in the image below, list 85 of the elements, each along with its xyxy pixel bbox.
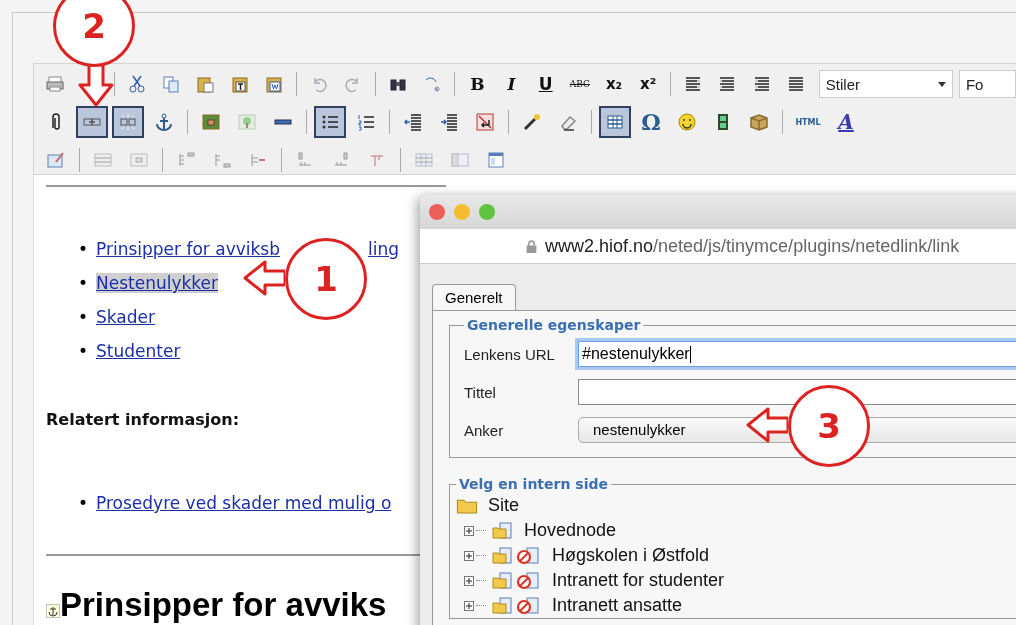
paste-icon bbox=[195, 74, 216, 94]
callout-arrow bbox=[78, 65, 114, 107]
paste-word-icon bbox=[263, 74, 284, 94]
tree-item[interactable]: Høgskolen i Østfold bbox=[552, 545, 710, 566]
bullet-mark: • bbox=[78, 272, 90, 295]
restricted-page-icon bbox=[516, 546, 542, 565]
omega-button[interactable]: Ω bbox=[635, 106, 667, 138]
table-icon bbox=[605, 112, 625, 132]
folder-page-icon bbox=[492, 546, 514, 565]
indent-icon bbox=[439, 112, 459, 132]
restricted-page-icon bbox=[516, 571, 542, 590]
input-field[interactable] bbox=[578, 379, 1016, 405]
close-button[interactable] bbox=[429, 204, 445, 220]
lock-icon bbox=[526, 239, 537, 253]
style-dropdown[interactable]: Fo bbox=[958, 70, 1016, 98]
nobreak-icon bbox=[475, 112, 495, 132]
list-link[interactable]: Nestenulykker bbox=[96, 273, 219, 293]
bullet-mark: • bbox=[78, 340, 90, 363]
callout-arrow bbox=[746, 407, 788, 443]
style-dropdown[interactable]: Stiler bbox=[818, 70, 953, 98]
field-label: Lenkens URL bbox=[464, 345, 556, 363]
field-label: Tittel bbox=[464, 383, 497, 401]
table-grid-icon bbox=[414, 150, 434, 170]
folder-page-icon bbox=[492, 571, 514, 590]
expand-icon[interactable] bbox=[464, 600, 474, 611]
url-text: www2.hiof.no/neted/js/tinymce/plugins/netedlink/link bbox=[545, 235, 960, 257]
section-label: Relatert informasjon: bbox=[46, 410, 240, 429]
table-props-icon bbox=[486, 150, 506, 170]
list-link[interactable]: Skader bbox=[96, 307, 155, 327]
italic-button[interactable]: I bbox=[496, 68, 527, 100]
smiley-icon bbox=[677, 112, 697, 132]
caret-icon bbox=[937, 81, 946, 87]
list-link[interactable]: ling bbox=[368, 239, 399, 259]
bullet-mark: • bbox=[78, 238, 90, 261]
numbers-icon bbox=[356, 112, 376, 132]
unlink-icon bbox=[118, 112, 138, 132]
cell-props-icon bbox=[129, 150, 149, 170]
anchor-icon bbox=[46, 604, 60, 618]
folder-page-icon bbox=[492, 596, 514, 615]
link-button[interactable] bbox=[76, 106, 108, 138]
field-label: Anker bbox=[464, 421, 505, 439]
expand-icon[interactable] bbox=[464, 575, 474, 586]
paste-text-icon bbox=[229, 74, 250, 94]
restricted-page-icon bbox=[516, 596, 542, 615]
underline-button[interactable]: U bbox=[530, 68, 561, 100]
callout-number: 2 bbox=[53, 0, 135, 67]
font-button[interactable]: A bbox=[830, 106, 862, 138]
wand-icon bbox=[522, 112, 542, 132]
fieldset-legend: Generelle egenskaper bbox=[464, 317, 644, 333]
box-icon bbox=[749, 112, 769, 132]
bullets-button[interactable] bbox=[314, 106, 346, 138]
tree-item[interactable]: Intranett ansatte bbox=[552, 595, 683, 616]
list-link[interactable]: Prosedyre ved skader med mulig o bbox=[96, 493, 392, 513]
sup-button[interactable]: x² bbox=[633, 68, 664, 100]
callout-arrow bbox=[243, 260, 285, 296]
folder-page-icon bbox=[492, 521, 514, 540]
outdent-icon bbox=[403, 112, 423, 132]
scissors-icon bbox=[127, 74, 148, 94]
unlink-button[interactable] bbox=[112, 106, 144, 138]
table-button[interactable] bbox=[599, 106, 631, 138]
tab[interactable]: Generelt bbox=[432, 284, 516, 310]
html-button[interactable]: HTML bbox=[790, 106, 826, 138]
image-icon bbox=[201, 112, 221, 132]
expand-icon[interactable] bbox=[464, 550, 474, 561]
strike-button[interactable]: ABC bbox=[564, 68, 595, 100]
table-edit-icon bbox=[46, 150, 66, 170]
page-heading: Prinsipper for avviks bbox=[60, 586, 387, 624]
bullet-mark: • bbox=[78, 306, 90, 329]
tree-image-icon bbox=[237, 112, 257, 132]
expand-icon[interactable] bbox=[464, 525, 474, 536]
row-props-icon bbox=[93, 150, 113, 170]
tree-item[interactable]: Hovednode bbox=[524, 520, 617, 541]
copy-icon bbox=[161, 74, 182, 94]
tree-item[interactable]: Intranett for studenter bbox=[552, 570, 725, 591]
table-split-icon bbox=[450, 150, 470, 170]
bullet-mark: • bbox=[78, 492, 90, 515]
sub-button[interactable]: x₂ bbox=[598, 68, 630, 100]
anchor-icon bbox=[154, 112, 174, 132]
fieldset-legend: Velg en intern side bbox=[456, 476, 611, 492]
input-field[interactable]: #nestenulykker bbox=[578, 341, 1016, 367]
printer-icon bbox=[45, 74, 66, 94]
list-link[interactable]: Prinsipper for avviksb bbox=[96, 239, 280, 259]
bold-button[interactable]: B bbox=[462, 68, 493, 100]
tree-item[interactable]: Site bbox=[488, 494, 520, 516]
list-link[interactable]: Studenter bbox=[96, 341, 181, 361]
